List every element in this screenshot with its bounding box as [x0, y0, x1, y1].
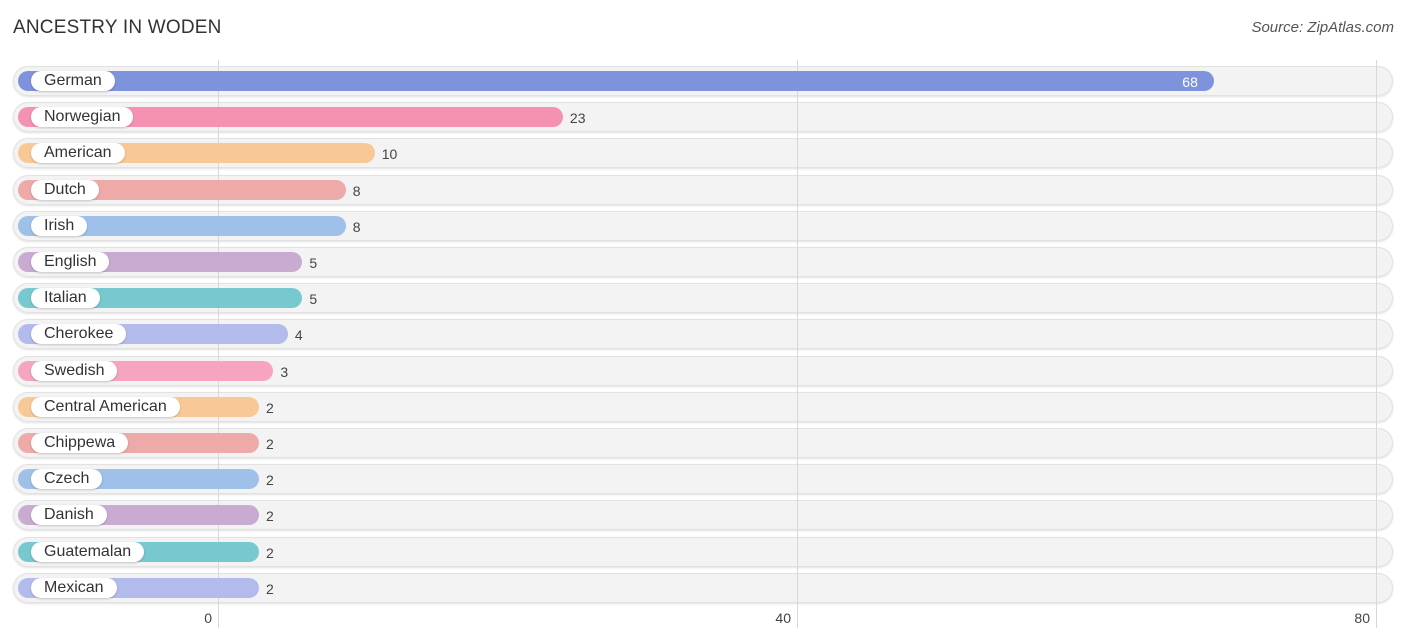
- category-label: Cherokee: [31, 324, 127, 345]
- value-label: 2: [265, 508, 274, 525]
- category-label: Czech: [31, 469, 103, 490]
- category-label: Mexican: [31, 577, 117, 598]
- bar-chart: German 68 Norwegian 23 American 10 Dutch 8 Irish…: [0, 0, 1406, 644]
- value-label: 5: [309, 291, 318, 308]
- category-label: American: [31, 143, 125, 164]
- value-label: 2: [265, 580, 274, 597]
- value-label: 2: [265, 544, 274, 561]
- category-label: Central American: [31, 396, 180, 417]
- value-label: 68: [1182, 74, 1198, 90]
- value-label: 8: [352, 218, 361, 235]
- value-label: 4: [294, 327, 303, 344]
- category-label: Guatemalan: [31, 541, 145, 562]
- category-label: Norwegian: [31, 107, 134, 128]
- category-label: Chippewa: [31, 433, 129, 453]
- gridline: [797, 60, 798, 628]
- value-label: 5: [309, 255, 318, 271]
- category-label: English: [31, 252, 110, 272]
- category-label: German: [31, 71, 115, 91]
- category-label: Italian: [31, 288, 100, 309]
- category-label: Irish: [31, 215, 88, 236]
- value-label: 8: [352, 182, 361, 199]
- category-label: Dutch: [31, 179, 99, 200]
- x-tick-label: 40: [775, 610, 791, 626]
- bar[interactable]: [18, 71, 1215, 91]
- x-tick-label: 0: [204, 610, 212, 626]
- value-label: 10: [381, 146, 398, 163]
- gridline: [1376, 60, 1377, 628]
- value-label: 23: [569, 110, 586, 127]
- value-label: 2: [265, 399, 274, 416]
- value-label: 2: [265, 436, 274, 452]
- value-label: 2: [265, 472, 274, 489]
- x-tick-label: 80: [1354, 610, 1370, 626]
- category-label: Danish: [31, 505, 107, 526]
- value-label: 3: [280, 363, 289, 380]
- category-label: Swedish: [31, 360, 118, 381]
